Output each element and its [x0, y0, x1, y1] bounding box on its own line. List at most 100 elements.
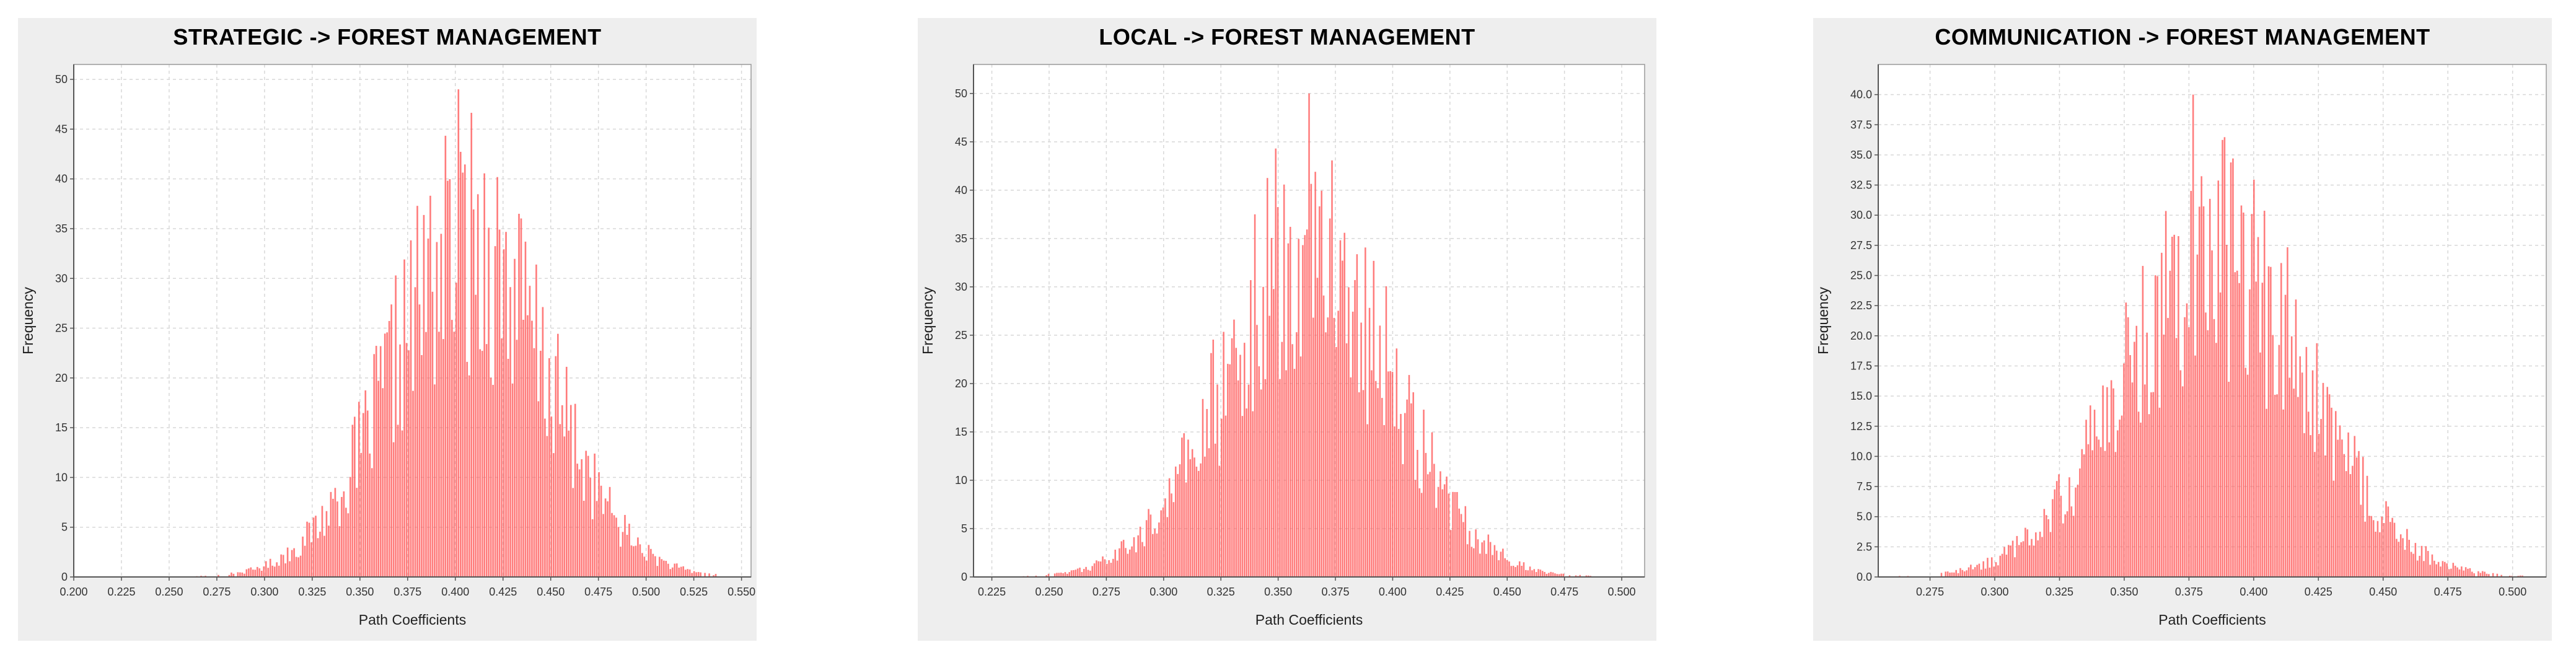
histogram-bar — [2200, 176, 2202, 577]
histogram-bar — [418, 304, 421, 577]
histogram-bar — [2276, 394, 2278, 577]
histogram-bar — [542, 307, 544, 577]
histogram-bar — [1264, 379, 1267, 577]
histogram-bar — [1171, 493, 1172, 577]
histogram-bar — [650, 548, 652, 577]
histogram-bar — [2039, 531, 2041, 577]
histogram-bar — [299, 555, 302, 577]
histogram-bar — [1254, 214, 1256, 577]
histogram-bar — [665, 561, 667, 577]
histogram-bar — [2134, 341, 2135, 577]
histogram-bar — [693, 571, 695, 577]
histogram-bar — [286, 547, 289, 577]
histogram-bar — [585, 451, 587, 577]
histogram-bar — [1223, 332, 1224, 577]
x-tick-label: 0.200 — [59, 586, 87, 598]
histogram-bar — [1131, 546, 1133, 577]
histogram-bar — [1951, 572, 1953, 577]
histogram-bar — [447, 180, 449, 577]
histogram-bar — [1435, 508, 1437, 577]
histogram-bar — [1385, 286, 1387, 577]
x-tick-label: 0.250 — [1035, 586, 1063, 598]
histogram-bar — [2131, 382, 2134, 577]
histogram-bar — [1093, 563, 1096, 577]
histogram-bar — [561, 405, 563, 577]
histogram-bar — [654, 556, 656, 577]
histogram-bar — [609, 486, 611, 577]
histogram-bar — [336, 501, 338, 577]
histogram-bar — [546, 436, 548, 577]
histogram-bar — [630, 545, 633, 577]
histogram-bar — [2278, 345, 2280, 577]
histogram-bar — [1312, 317, 1314, 577]
histogram-bar — [1179, 464, 1181, 577]
histogram-bar — [1060, 572, 1062, 577]
histogram-bar — [457, 89, 460, 577]
histogram-bar — [2123, 363, 2125, 577]
histogram-bar — [1068, 572, 1070, 577]
histogram-bar — [2249, 289, 2251, 577]
histogram-bar — [1978, 563, 1980, 577]
histogram-bar — [1187, 439, 1189, 577]
histogram-bar — [341, 496, 343, 577]
x-tick-label: 0.425 — [489, 586, 517, 598]
histogram-bar — [1298, 239, 1299, 577]
histogram-bar — [1356, 254, 1358, 578]
histogram-bar — [1212, 340, 1215, 577]
histogram-bar — [1283, 184, 1285, 577]
histogram-bar — [1156, 533, 1158, 577]
histogram-bar — [1495, 550, 1498, 577]
histogram-bar — [2464, 567, 2467, 577]
histogram-bar — [1168, 478, 1171, 577]
histogram-bar — [1402, 464, 1404, 577]
histogram-bar — [501, 338, 503, 577]
histogram-bar — [2243, 213, 2244, 577]
histogram-bar — [1953, 572, 1955, 577]
histogram-bar — [1150, 514, 1152, 577]
histogram-bar — [522, 319, 524, 577]
histogram-bar — [384, 333, 386, 577]
histogram-bar — [2318, 434, 2320, 577]
x-tick-label: 0.450 — [537, 586, 565, 598]
histogram-bar — [1412, 392, 1414, 577]
histogram-bar — [429, 195, 431, 577]
histogram-bar — [231, 572, 232, 577]
histogram-bar — [544, 418, 546, 577]
histogram-bar — [472, 209, 475, 577]
histogram-bar — [652, 553, 654, 577]
histogram-bar — [248, 568, 250, 577]
histogram-bar — [2332, 480, 2335, 577]
histogram-bar — [308, 522, 310, 577]
histogram-bar — [2058, 474, 2060, 577]
histogram-bar — [2259, 352, 2261, 577]
histogram-bar — [1089, 570, 1091, 577]
histogram-bar — [2156, 276, 2158, 577]
histogram-bar — [2335, 411, 2337, 577]
histogram-bar — [2018, 545, 2020, 577]
histogram-bar — [602, 514, 604, 577]
histogram-bar — [2308, 411, 2310, 577]
histogram-bar — [2484, 571, 2486, 577]
histogram-bar — [2175, 338, 2178, 577]
histogram-bar — [1208, 448, 1210, 577]
histogram-bar — [379, 346, 382, 577]
histogram-bar — [1275, 148, 1277, 577]
histogram-bar — [1466, 544, 1469, 577]
histogram-bar — [377, 381, 380, 577]
histogram-bar — [1440, 471, 1441, 577]
histogram-bar — [2442, 561, 2444, 577]
histogram-bar — [2429, 565, 2431, 577]
histogram-bar — [2324, 455, 2326, 577]
histogram-bar — [1293, 369, 1296, 577]
histogram-bar — [1429, 472, 1431, 577]
histogram-bar — [477, 194, 479, 577]
histogram-bar — [669, 569, 672, 577]
histogram-bar — [1512, 565, 1514, 577]
histogram-bar — [1137, 535, 1139, 577]
x-tick-label: 0.250 — [155, 586, 183, 598]
y-tick-label: 10 — [55, 471, 68, 483]
histogram-bar — [1406, 399, 1408, 577]
histogram-bar — [1502, 548, 1504, 577]
histogram-bar — [2016, 535, 2018, 577]
histogram-bar — [1058, 573, 1060, 577]
